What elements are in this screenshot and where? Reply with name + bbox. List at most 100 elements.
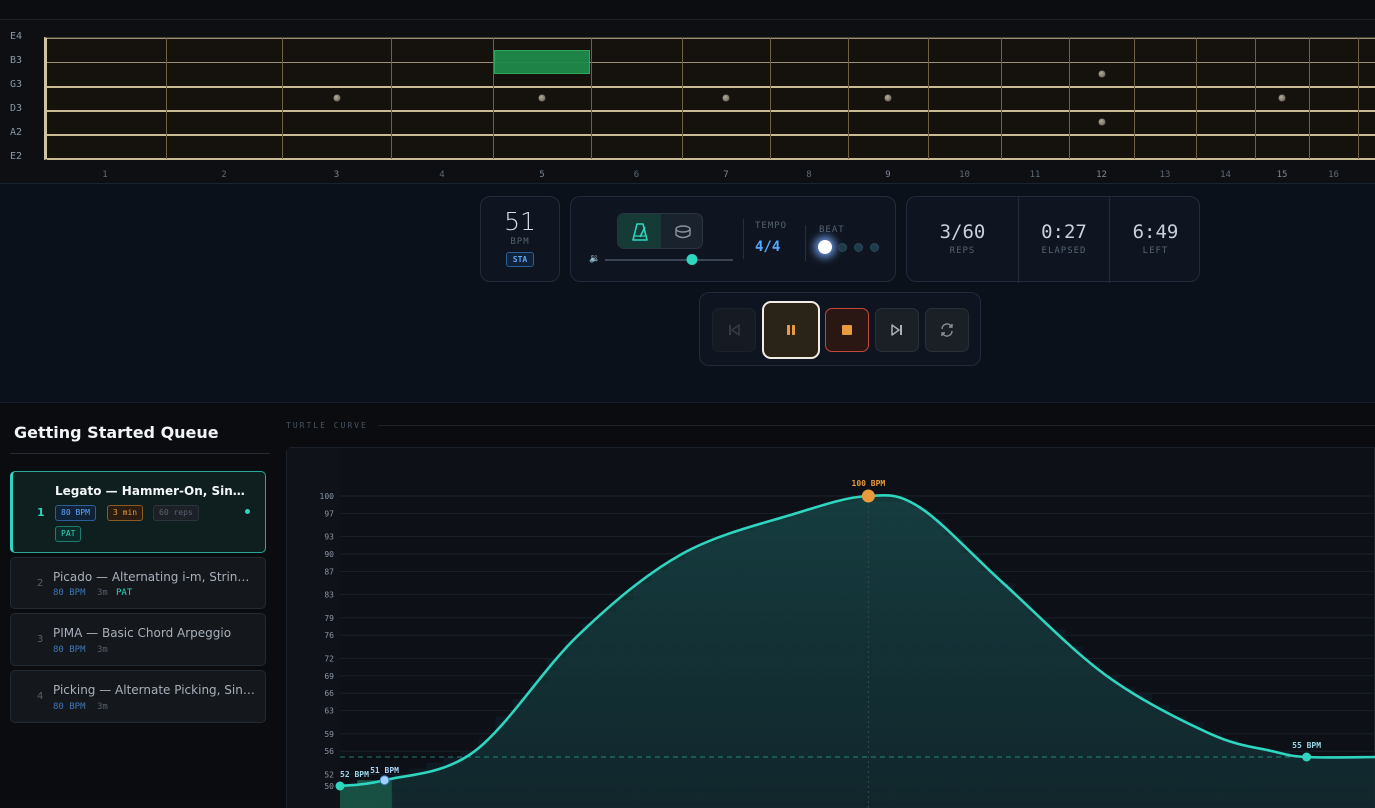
practice-queue: Getting Started Queue 1 Legato — Hammer-…	[0, 404, 278, 808]
fret-number: 16	[1328, 170, 1339, 180]
y-tick-label: 100	[320, 492, 335, 501]
next-button[interactable]	[875, 308, 919, 352]
volume-slider-thumb[interactable]	[686, 254, 698, 265]
peak-marker	[861, 489, 875, 503]
queue-item-bpm: 80 BPM	[53, 702, 86, 712]
queue-title: Getting Started Queue	[14, 423, 219, 442]
stop-icon	[842, 325, 852, 335]
beat-indicator	[870, 243, 879, 252]
bpm-marker	[1302, 752, 1312, 762]
string-label: E4	[10, 31, 23, 42]
queue-item-2[interactable]: 2 Picado — Alternating i-m, Strings... 8…	[10, 557, 266, 609]
target-note[interactable]	[494, 50, 590, 74]
metronome-icon	[631, 223, 648, 241]
y-tick-label: 56	[324, 747, 334, 756]
guitar-string	[47, 62, 1375, 63]
queue-item-duration: 3m	[97, 645, 108, 655]
control-area: 51 BPM STA 🔉 TEMPO 4/4 BEAT 3/60 REPS 0:…	[0, 184, 1375, 403]
string-label: E2	[10, 151, 23, 162]
left-value: 6:49	[1132, 221, 1179, 243]
y-tick-label: 50	[324, 782, 334, 791]
turtle-curve-section: TURTLE CURVE 50 52 56 59 63 66 69 72 76 79 83 87 90 9…	[278, 404, 1375, 808]
guitar-string	[47, 86, 1375, 88]
queue-item-duration: 3m	[97, 588, 108, 598]
left-label: LEFT	[1142, 246, 1169, 256]
queue-item-4[interactable]: 4 Picking — Alternate Picking, Sing... 8…	[10, 670, 266, 723]
fret-inlay-dot	[722, 94, 730, 102]
y-tick-label: 52	[324, 770, 334, 779]
beat-indicator	[854, 243, 863, 252]
guitar-string	[47, 110, 1375, 112]
bpm-marker	[335, 781, 345, 791]
fret-inlay-dot	[1098, 70, 1105, 78]
reps-stat: 3/60 REPS	[907, 197, 1018, 283]
queue-item-1[interactable]: 1 Legato — Hammer-On, Singl... 80 BPM 3 …	[10, 471, 266, 553]
pattern-tag: PAT	[55, 526, 82, 542]
fret-inlay-dot	[333, 94, 340, 102]
queue-item-title: Legato — Hammer-On, Singl...	[55, 484, 245, 498]
turtle-curve-chart[interactable]: 50525659636669727679838790939710052 BPM 5…	[287, 448, 1375, 808]
fretboard[interactable]	[44, 37, 1375, 160]
y-tick-label: 66	[324, 689, 334, 698]
fret-wire	[391, 38, 392, 159]
current-position-marker	[379, 775, 390, 786]
fret-wire	[1309, 38, 1310, 159]
bpm-mode-badge[interactable]: STA	[505, 252, 535, 267]
string-label: G3	[10, 79, 23, 90]
reps-chip: 60 reps	[153, 505, 199, 521]
y-tick-label: 79	[324, 614, 334, 623]
fret-number: 9	[885, 170, 891, 180]
fret-inlay-dot	[538, 94, 546, 102]
previous-button[interactable]	[712, 308, 756, 352]
fret-number: 6	[633, 170, 640, 180]
guitar-string	[47, 158, 1375, 160]
chart-frame: 50 52 56 59 63 66 69 72 76 79 83 87 90 93 97 100 52 BPM 5…	[286, 447, 1375, 808]
y-tick-label: 90	[324, 550, 334, 559]
fret-number: 7	[723, 170, 729, 180]
volume-slider[interactable]	[605, 254, 733, 265]
queue-item-bpm: 80 BPM	[53, 588, 86, 598]
fret-inlay-dot	[1278, 94, 1286, 102]
metronome-sound-button[interactable]	[618, 214, 661, 248]
stats-panel: 3/60 REPS 0:27 ELAPSED 6:49 LEFT	[906, 196, 1200, 283]
queue-item-number: 2	[37, 578, 44, 589]
fret-number: 15	[1276, 170, 1288, 180]
fret-wire	[282, 38, 283, 159]
queue-item-3[interactable]: 3 PIMA — Basic Chord Arpeggio 80 BPM 3m	[10, 613, 266, 666]
fret-number: 14	[1220, 170, 1231, 180]
metronome-panel: 🔉 TEMPO 4/4 BEAT	[570, 196, 896, 282]
elapsed-value: 0:27	[1041, 221, 1087, 243]
stop-button[interactable]	[825, 308, 869, 352]
y-tick-label: 87	[324, 567, 334, 576]
queue-item-number: 1	[37, 506, 45, 519]
fretboard-section: E4 B3 G3 D3 A2 E2 1 2 3 4 5 6 7 8 9 10 11 12 13 14 15 16	[0, 20, 1375, 184]
fret-number: 10	[959, 170, 970, 180]
string-label: A2	[10, 127, 23, 138]
fret-wire	[1069, 38, 1070, 159]
transport-controls	[699, 292, 981, 366]
fret-wire	[1134, 38, 1135, 159]
fret-number: 12	[1096, 170, 1107, 180]
beat-label: BEAT	[819, 225, 845, 235]
chart-title: TURTLE CURVE	[286, 421, 368, 430]
divider	[805, 225, 806, 261]
pattern-tag: PAT	[116, 588, 133, 598]
queue-item-duration: 3m	[97, 702, 108, 712]
fret-number: 4	[439, 170, 445, 180]
fret-inlay-dot	[884, 94, 892, 102]
fret-number: 3	[333, 170, 340, 180]
time-signature[interactable]: 4/4	[755, 239, 780, 255]
bpm-value: 51	[504, 207, 536, 236]
fret-wire	[1196, 38, 1197, 159]
skip-forward-icon	[891, 324, 902, 336]
loop-button[interactable]	[925, 308, 969, 352]
y-tick-label: 83	[324, 591, 334, 600]
y-tick-label: 63	[324, 707, 334, 716]
divider	[378, 425, 1375, 426]
string-label: D3	[10, 103, 23, 114]
pause-button[interactable]	[762, 301, 820, 359]
drum-icon	[674, 225, 691, 239]
string-label: B3	[10, 55, 23, 66]
y-tick-label: 97	[324, 509, 334, 518]
drum-sound-button[interactable]	[661, 214, 702, 248]
